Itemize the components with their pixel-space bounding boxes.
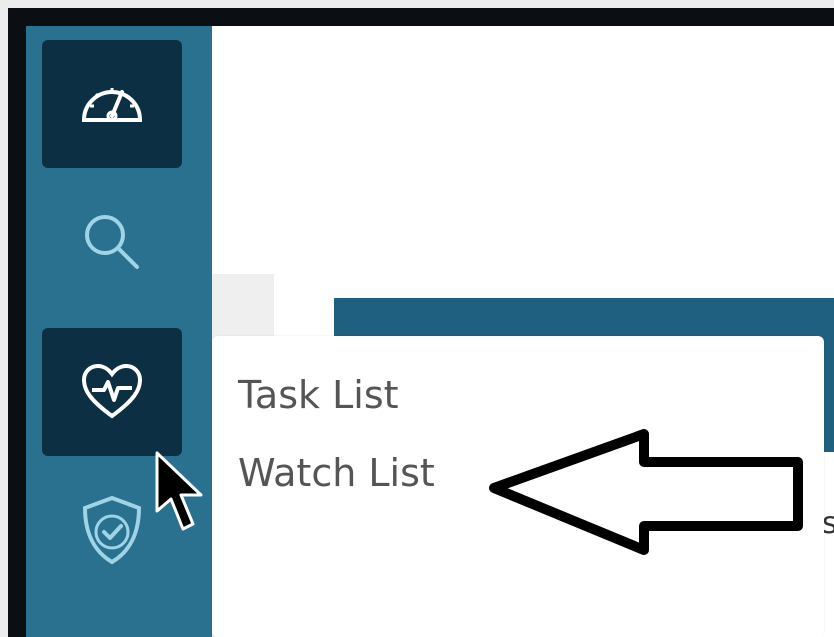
search-icon [85, 215, 139, 269]
sidebar-item-health[interactable] [42, 328, 182, 456]
menu-item-task-list[interactable]: Task List [238, 376, 399, 414]
main-content-area [220, 26, 834, 274]
screenshot-frame: s Task List Watch List [8, 8, 834, 637]
sidebar [26, 26, 212, 637]
sidebar-item-dashboard[interactable] [42, 40, 182, 168]
sidebar-item-search[interactable] [42, 178, 182, 306]
heart-pulse-icon [81, 363, 143, 419]
annotation-arrow-icon [489, 429, 803, 555]
menu-item-watch-list[interactable]: Watch List [238, 454, 435, 492]
app-window: s Task List Watch List [26, 26, 834, 637]
shield-check-icon [82, 495, 142, 565]
mouse-pointer-icon [155, 451, 203, 531]
dashboard-gauge-icon [81, 88, 143, 122]
